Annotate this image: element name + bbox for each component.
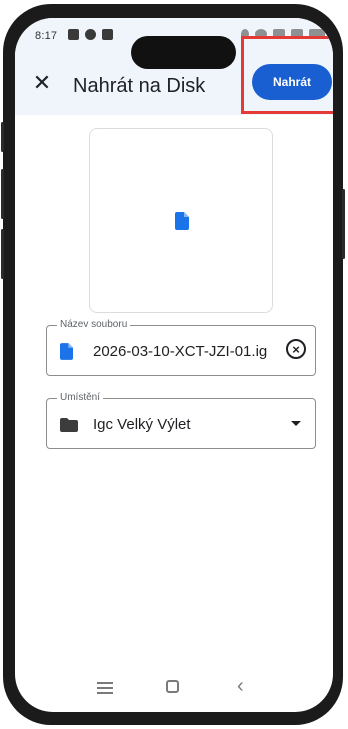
side-button — [1, 169, 4, 219]
whatsapp-notification-icon — [85, 29, 96, 40]
phone-frame: 8:17 ✕ Nahrát na Disk Nahrát Název soubo… — [1, 4, 345, 725]
status-time: 8:17 — [35, 30, 58, 42]
camera-notch — [131, 36, 236, 69]
phone-screen: 8:17 ✕ Nahrát na Disk Nahrát Název soubo… — [15, 18, 333, 712]
app-header: 8:17 ✕ Nahrát na Disk Nahrát — [15, 18, 333, 115]
dropdown-arrow-icon[interactable] — [291, 421, 301, 426]
signal-icon — [291, 29, 303, 39]
document-icon — [175, 212, 189, 230]
close-icon[interactable]: ✕ — [30, 71, 54, 95]
page-title: Nahrát na Disk — [73, 75, 206, 97]
system-status-icons — [241, 29, 325, 39]
recents-icon[interactable] — [97, 682, 113, 695]
home-icon[interactable] — [166, 680, 179, 693]
folder-icon — [60, 418, 78, 432]
clear-circle-icon[interactable]: × — [286, 339, 306, 359]
location-field[interactable]: Umístění Igc Velký Výlet — [46, 392, 316, 449]
wifi-icon — [273, 29, 285, 39]
side-button — [1, 229, 4, 279]
filename-input[interactable]: 2026-03-10-XCT-JZI-01.ig — [93, 343, 268, 360]
side-button — [1, 122, 4, 152]
location-value: Igc Velký Výlet — [93, 416, 191, 433]
back-icon[interactable]: ‹ — [237, 675, 244, 698]
side-button — [342, 189, 345, 259]
navigation-bar: ‹ — [15, 662, 333, 712]
battery-icon — [309, 29, 325, 39]
document-icon — [60, 343, 73, 360]
upload-button[interactable]: Nahrát — [252, 64, 332, 100]
youtube-notification-icon — [102, 29, 113, 40]
location-icon — [241, 29, 249, 39]
eye-icon — [255, 29, 267, 39]
filename-label: Název souboru — [57, 319, 131, 330]
notification-icons — [68, 29, 113, 40]
filename-field[interactable]: Název souboru 2026-03-10-XCT-JZI-01.ig × — [46, 319, 316, 376]
file-preview — [89, 128, 273, 313]
location-label: Umístění — [57, 392, 104, 403]
image-notification-icon — [68, 29, 79, 40]
